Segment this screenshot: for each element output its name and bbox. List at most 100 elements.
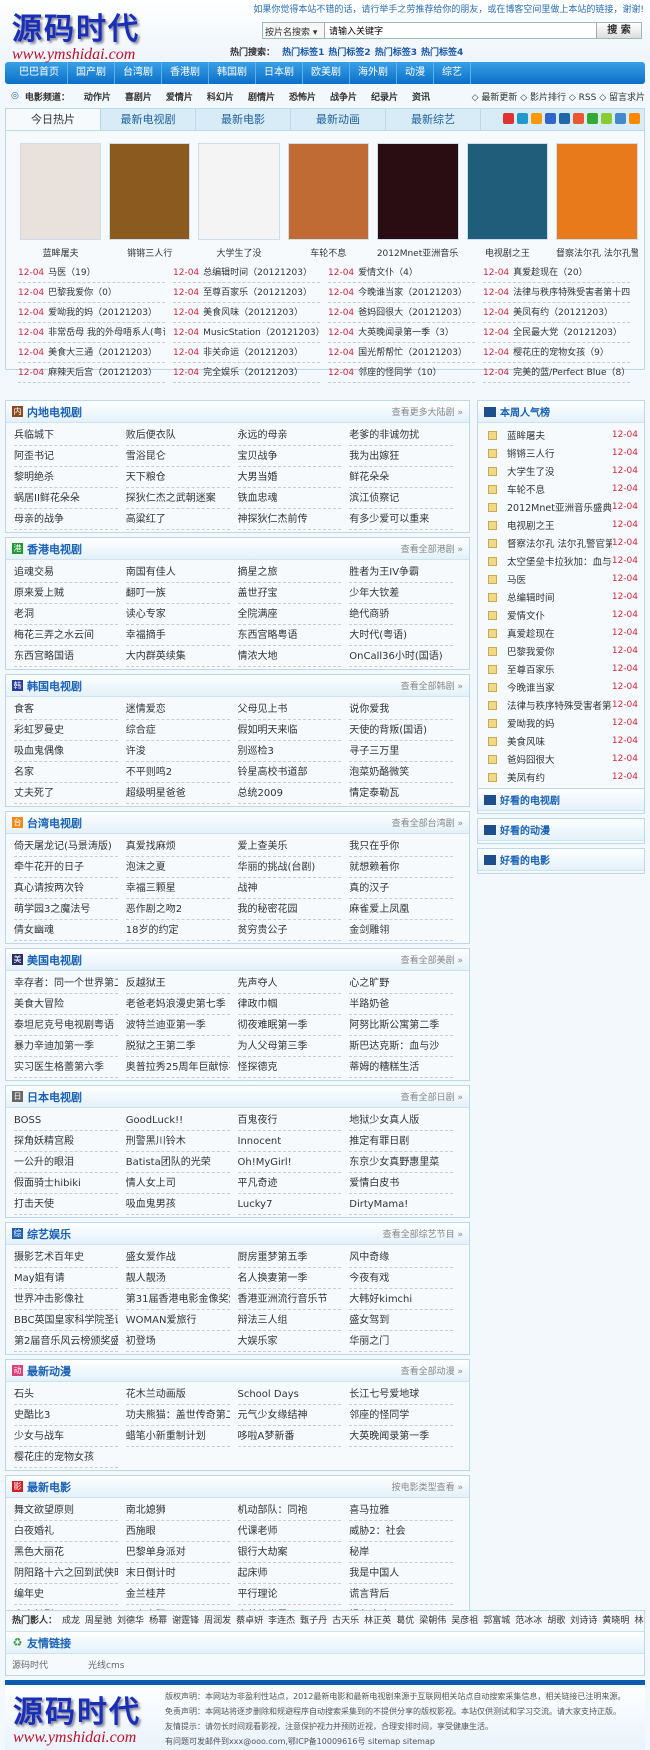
channel-item[interactable]: 战争片 xyxy=(330,90,357,103)
rank-title[interactable]: 督察法尔孔 法尔孔警官第一 xyxy=(507,536,612,550)
actor-link[interactable]: 李连杰 xyxy=(268,1616,295,1626)
list-item[interactable]: 波特兰迪亚第一季 xyxy=(125,1015,230,1036)
list-item[interactable]: 实习医生格蕾第六季 xyxy=(14,1057,118,1078)
list-item[interactable]: 蜡笔小新重制计划 xyxy=(125,1426,230,1447)
rank-item[interactable]: 法律与秩序特殊受害者第十四12-04 xyxy=(478,696,644,714)
nav-item[interactable]: 动漫 xyxy=(397,62,434,84)
list-item[interactable]: 爱上查美乐 xyxy=(237,836,342,857)
list-item[interactable]: 情人女上司 xyxy=(125,1173,230,1194)
rank-item[interactable]: 至尊百家乐 12-04 xyxy=(478,660,644,678)
list-item[interactable]: 老爸老妈浪漫史第七季 xyxy=(125,994,230,1015)
quick-links[interactable]: ◇ 最新更新 ◇ 影片排行 ◇ RSS ◇ 留言求片 xyxy=(472,90,645,103)
list-item[interactable]: 半路奶爸 xyxy=(349,994,453,1015)
list-item[interactable]: 东西宫略国语 xyxy=(14,646,118,667)
list-item[interactable]: 心之旷野 xyxy=(349,973,453,994)
share-icon[interactable] xyxy=(545,113,556,124)
poster-title[interactable]: 蓝眸屠夫 xyxy=(20,246,101,259)
list-item[interactable]: 丈夫死了 xyxy=(14,783,118,804)
list-item[interactable]: 寻子三万里 xyxy=(349,741,453,762)
list-item[interactable]: 真的汉子 xyxy=(349,878,453,899)
rank-title[interactable]: 电视剧之王 xyxy=(507,518,612,532)
list-item[interactable]: 斯巴达克斯：血与沙 xyxy=(349,1036,453,1057)
list-item[interactable]: 喜马拉雅 xyxy=(349,1500,453,1521)
list-item[interactable]: 情浓大地 xyxy=(237,646,342,667)
tab[interactable]: 最新动画 xyxy=(291,109,386,130)
list-item[interactable]: 12-04 非关命运（20121203） xyxy=(173,343,320,363)
list-item[interactable]: 石头 xyxy=(14,1384,118,1405)
list-item[interactable]: 12-04 法律与秩序特殊受害者第十四季 xyxy=(483,283,630,303)
channel-item[interactable]: 动作片 xyxy=(84,90,111,103)
list-item[interactable]: 律政巾帼 xyxy=(237,994,342,1015)
list-item[interactable]: May姐有请 xyxy=(14,1268,118,1289)
share-icon[interactable] xyxy=(601,113,612,124)
poster-card[interactable]: 2012Mnet亚洲音乐盛典 xyxy=(376,143,459,259)
rank-item[interactable]: 蓝眸屠夫 12-04 xyxy=(478,426,644,444)
list-item[interactable]: 靓人靓汤 xyxy=(125,1268,230,1289)
list-item[interactable]: 花木兰动画版 xyxy=(125,1384,230,1405)
list-item[interactable]: 蒂姆的糟糕生活 xyxy=(349,1057,453,1078)
list-item[interactable]: 阿努比斯公寓第二季 xyxy=(349,1015,453,1036)
list-item[interactable]: 12-04 美食大三通（20121203） xyxy=(18,343,165,363)
nav-item[interactable]: 香港剧 xyxy=(162,62,209,84)
hot-tag[interactable]: 热门标签4 xyxy=(421,48,463,58)
poster-title[interactable]: 督察法尔孔 法尔孔警官 xyxy=(556,246,638,259)
list-item[interactable]: 宝贝战争 xyxy=(237,446,342,467)
list-item[interactable]: 神探狄仁杰前传 xyxy=(237,509,342,530)
list-item[interactable]: 铁血忠魂 xyxy=(237,488,342,509)
rank-title[interactable]: 爱呦我的妈 xyxy=(507,716,612,730)
list-item[interactable]: 今夜有戏 xyxy=(349,1268,453,1289)
list-item[interactable]: 12-04 大英晚闻录第一季（3） xyxy=(328,323,475,343)
title-link[interactable]: 爱呦我的妈（20121203） xyxy=(48,308,157,318)
more-link[interactable]: 查看更多大陆剧 » xyxy=(392,405,463,418)
actor-link[interactable]: 成龙 xyxy=(62,1616,80,1626)
title-link[interactable]: 爱情文仆（4） xyxy=(358,268,418,278)
rank-title[interactable]: 蓝眸屠夫 xyxy=(507,428,612,442)
list-item[interactable]: 风中奇缘 xyxy=(349,1247,453,1268)
rank-title[interactable]: 今晚谁当家 xyxy=(507,680,612,694)
list-item[interactable]: 一公升的眼泪 xyxy=(14,1152,118,1173)
rank-title[interactable]: 美食风味 xyxy=(507,734,612,748)
actor-link[interactable]: 林心如 xyxy=(634,1616,644,1626)
list-item[interactable]: 雪浴昆仑 xyxy=(125,446,230,467)
list-item[interactable]: Lucky7 xyxy=(237,1194,342,1215)
list-item[interactable]: 爱情白皮书 xyxy=(349,1173,453,1194)
list-item[interactable]: 探狄仁杰之武朝迷案 xyxy=(125,488,230,509)
list-item[interactable]: 编年史 xyxy=(14,1584,118,1605)
nav-item[interactable]: 海外剧 xyxy=(350,62,397,84)
list-item[interactable]: Oh!MyGirl! xyxy=(237,1152,342,1173)
list-item[interactable]: 平行理论 xyxy=(237,1584,342,1605)
list-item[interactable]: 美食大冒险 xyxy=(14,994,118,1015)
list-item[interactable]: 12-04 爱情文仆（4） xyxy=(328,263,475,283)
title-link[interactable]: 国光帮帮忙（20121203） xyxy=(358,348,467,358)
list-item[interactable]: 12-04 巴黎我爱你（0） xyxy=(18,283,165,303)
list-item[interactable]: 我是中国人 xyxy=(349,1563,453,1584)
list-item[interactable]: 蜗居II鲜花朵朵 xyxy=(14,488,118,509)
actor-link[interactable]: 甄子丹 xyxy=(300,1616,327,1626)
more-link[interactable]: 查看全部台湾剧 » xyxy=(392,816,463,829)
poster-title[interactable]: 2012Mnet亚洲音乐盛典 xyxy=(377,246,459,259)
list-item[interactable]: 12-04 爱呦我的妈（20121203） xyxy=(18,303,165,323)
title-link[interactable]: 至尊百家乐（20121203） xyxy=(203,288,312,298)
actor-link[interactable]: 葛优 xyxy=(396,1616,414,1626)
list-item[interactable]: 不平则鸣2 xyxy=(125,762,230,783)
list-item[interactable]: 南国有佳人 xyxy=(125,562,230,583)
list-item[interactable]: 阿歪书记 xyxy=(14,446,118,467)
poster-title[interactable]: 车轮不息 xyxy=(288,246,369,259)
side-box-title[interactable]: 好看的电影 xyxy=(500,852,550,867)
list-item[interactable]: 起床师 xyxy=(237,1563,342,1584)
rank-title[interactable]: 2012Mnet亚洲音乐盛典 xyxy=(507,500,612,514)
list-item[interactable]: 黎明绝杀 xyxy=(14,467,118,488)
rank-title[interactable]: 锵锵三人行 xyxy=(507,446,612,460)
title-link[interactable]: 非关命运（20121203） xyxy=(203,348,303,358)
list-item[interactable]: 舞文欲望原则 xyxy=(14,1500,118,1521)
list-item[interactable]: School Days xyxy=(237,1384,342,1405)
list-item[interactable]: 兵临城下 xyxy=(14,425,118,446)
list-item[interactable]: 盖世孖宝 xyxy=(237,583,342,604)
nav-item[interactable]: 日本剧 xyxy=(256,62,303,84)
rank-title[interactable]: 车轮不息 xyxy=(507,482,612,496)
title-link[interactable]: 今晚谁当家（20121203） xyxy=(358,288,467,298)
list-item[interactable]: BOSS xyxy=(14,1110,118,1131)
rank-item[interactable]: 真爱趁现在 12-04 xyxy=(478,624,644,642)
nav-item[interactable]: 巴巴首页 xyxy=(11,62,68,84)
actor-link[interactable]: 吴彦祖 xyxy=(451,1616,478,1626)
